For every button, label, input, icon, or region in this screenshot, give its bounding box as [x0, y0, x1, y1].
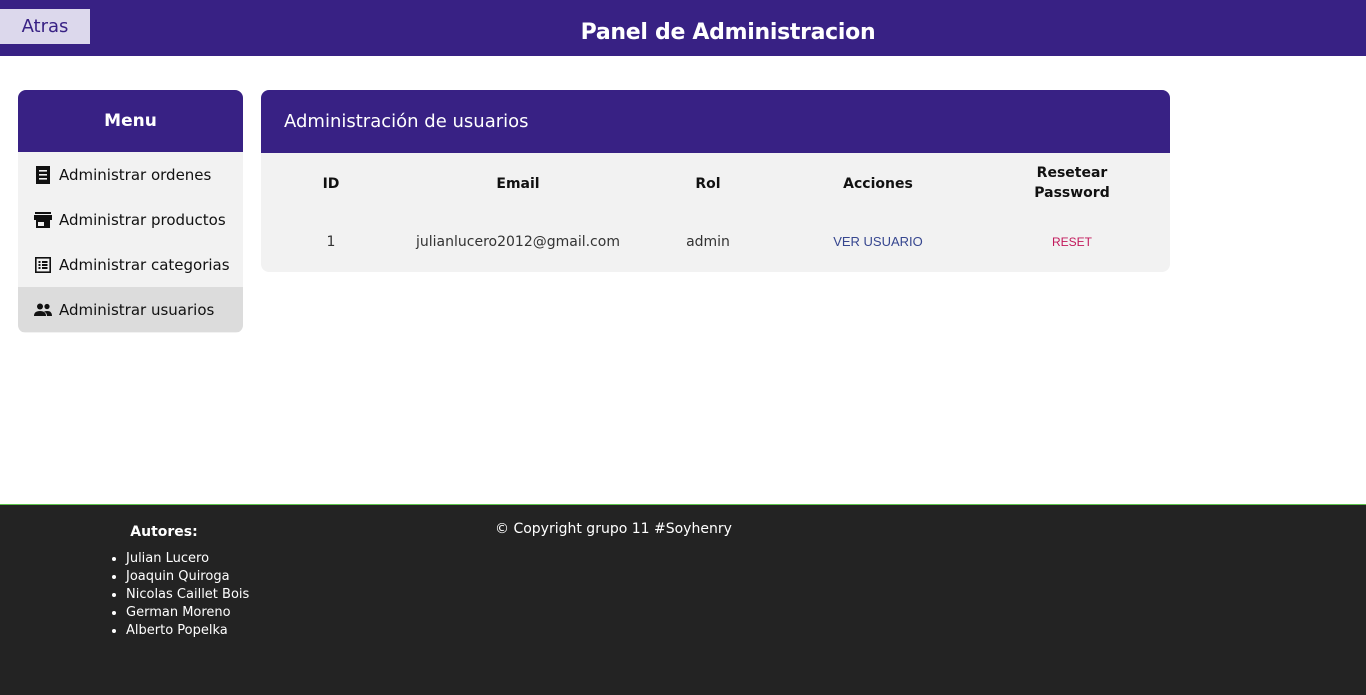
copyright-text: © Copyright grupo 11 #Soyhenry: [495, 521, 732, 537]
sidebar-item-label: Administrar ordenes: [59, 165, 212, 184]
receipt-icon: [34, 165, 52, 184]
sidebar-item-productos[interactable]: Administrar productos: [18, 197, 243, 242]
authors-title: Autores:: [130, 524, 198, 540]
author-item: Alberto Popelka: [126, 622, 249, 640]
users-panel: Administración de usuarios ID Email Rol …: [261, 90, 1170, 272]
cell-rol: admin: [686, 234, 730, 250]
cell-id: 1: [326, 234, 336, 250]
sidebar-item-usuarios[interactable]: Administrar usuarios: [18, 287, 243, 332]
author-item: Julian Lucero: [126, 550, 249, 568]
page-title: Panel de Administracion: [580, 20, 876, 45]
cell-email: julianlucero2012@gmail.com: [416, 234, 620, 250]
column-header-id: ID: [322, 176, 340, 192]
sidebar-item-categorias[interactable]: Administrar categorias: [18, 242, 243, 287]
column-header-reset: Resetear Password: [1034, 165, 1110, 201]
view-user-button[interactable]: VER USUARIO: [833, 234, 923, 249]
column-header-acciones: Acciones: [843, 176, 913, 192]
users-table: ID Email Rol Acciones Resetear Password …: [261, 153, 1170, 272]
cell-acciones: VER USUARIO: [778, 233, 978, 251]
sidebar-item-label: Administrar productos: [59, 210, 226, 229]
sidebar-menu: Menu Administrar ordenes Administrar pro…: [18, 90, 243, 333]
reset-password-button[interactable]: RESET: [1052, 235, 1092, 249]
author-item: Nicolas Caillet Bois: [126, 586, 249, 604]
author-item: Joaquin Quiroga: [126, 568, 249, 586]
authors-list: Julian Lucero Joaquin Quiroga Nicolas Ca…: [126, 550, 249, 640]
top-bar: Atras Panel de Administracion: [0, 0, 1366, 56]
store-icon: [34, 211, 52, 229]
people-icon: [34, 301, 52, 319]
cell-reset: RESET: [977, 233, 1167, 251]
footer: Autores: Julian Lucero Joaquin Quiroga N…: [0, 504, 1366, 695]
column-header-rol: Rol: [695, 176, 721, 192]
list-icon: [34, 256, 52, 274]
sidebar-title: Menu: [18, 90, 243, 152]
sidebar-item-label: Administrar categorias: [59, 255, 230, 274]
panel-title: Administración de usuarios: [261, 90, 1170, 153]
sidebar-item-label: Administrar usuarios: [59, 300, 215, 319]
column-header-email: Email: [496, 176, 540, 192]
sidebar-item-ordenes[interactable]: Administrar ordenes: [18, 152, 243, 197]
author-item: German Moreno: [126, 604, 249, 622]
